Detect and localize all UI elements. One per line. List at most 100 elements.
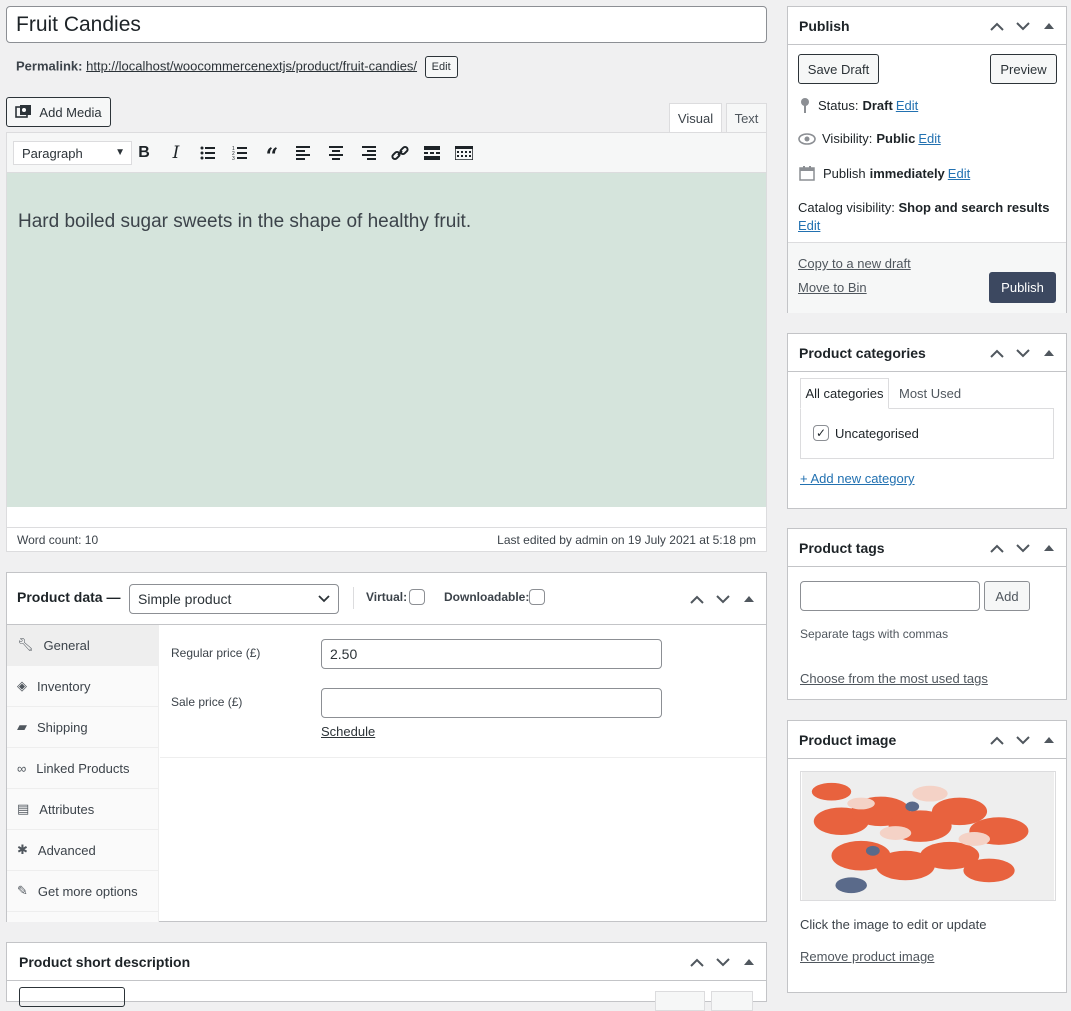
publish-date-value: immediately [869,165,945,181]
move-down-icon[interactable] [1014,344,1032,362]
move-up-icon[interactable] [988,731,1006,749]
status-edit-link[interactable]: Edit [896,98,918,113]
pd-tab-inventory[interactable]: ◈ Inventory [7,666,158,707]
product-image-box: Product image Click the image to edit or… [787,720,1067,993]
pd-tab-get-more-options[interactable]: ✎ Get more options [7,871,158,912]
move-up-icon[interactable] [688,590,706,608]
chevron-down-icon: ▼ [115,147,125,158]
bullet-list-icon[interactable] [197,142,219,164]
sale-price-input[interactable] [321,688,662,718]
move-up-icon[interactable] [688,953,706,971]
product-type-value: Simple product [138,591,232,607]
read-more-icon[interactable] [421,142,443,164]
product-data-tabs: 🔧︎ General ◈ Inventory ▰ Shipping ∞ Link… [7,625,159,922]
bold-icon[interactable]: B [133,142,155,164]
toggle-panel-icon[interactable] [740,590,758,608]
preview-button[interactable]: Preview [990,54,1057,84]
tab-visual[interactable]: Visual [669,103,722,132]
toggle-panel-icon[interactable] [1040,539,1058,557]
product-image-thumbnail[interactable] [800,771,1056,901]
link-icon[interactable] [389,142,411,164]
virtual-checkbox[interactable] [409,589,425,605]
numbered-list-icon[interactable]: 123 [229,142,251,164]
add-new-category-link[interactable]: + Add new category [800,471,915,486]
permalink-url[interactable]: http://localhost/woocommercenextjs/produ… [86,58,417,73]
toggle-panel-icon[interactable] [1040,344,1058,362]
copy-draft-link[interactable]: Copy to a new draft [798,256,911,271]
tab-text[interactable]: Text [726,103,767,132]
categories-title: Product categories [799,344,926,361]
calendar-icon [799,166,815,181]
align-center-icon[interactable] [325,142,347,164]
move-down-icon[interactable] [1014,539,1032,557]
move-down-icon[interactable] [714,590,732,608]
pd-tab-linked-products[interactable]: ∞ Linked Products [7,748,158,789]
pd-tab-label: Advanced [37,842,96,858]
publish-date-edit-link[interactable]: Edit [948,166,970,181]
move-to-bin-link[interactable]: Move to Bin [798,280,867,295]
pd-tab-advanced[interactable]: ✱ Advanced [7,830,158,871]
add-media-button[interactable] [19,987,125,1007]
move-up-icon[interactable] [988,344,1006,362]
blockquote-icon[interactable]: “ [261,142,283,170]
status-label: Status: [818,97,859,113]
short-description-box: Product short description [6,942,767,1011]
move-up-icon[interactable] [988,539,1006,557]
wrench-icon: 🔧︎ [17,637,34,652]
media-icon [15,105,32,118]
product-type-select[interactable]: Simple product [129,584,339,614]
toggle-panel-icon[interactable] [740,953,758,971]
choose-tags-link[interactable]: Choose from the most used tags [800,671,988,686]
move-down-icon[interactable] [1014,17,1032,35]
toolbar-toggle-icon[interactable] [453,142,475,164]
pd-tab-label: Attributes [39,801,95,817]
tab-text[interactable] [711,991,753,1011]
visibility-label: Visibility: [822,131,873,146]
tag-icon: ◈ [17,678,27,693]
category-list: ✓ Uncategorised [800,408,1054,459]
regular-price-input[interactable]: 2.50 [321,639,662,669]
italic-icon[interactable]: I [165,142,187,164]
remove-image-link[interactable]: Remove product image [800,949,934,964]
publish-button[interactable]: Publish [989,272,1056,303]
publish-date-row: Publish immediately Edit [799,165,970,181]
visibility-edit-link[interactable]: Edit [918,131,940,146]
virtual-label: Virtual: [366,590,408,604]
checkbox-checked-icon[interactable]: ✓ [813,425,829,441]
move-down-icon[interactable] [714,953,732,971]
save-draft-button[interactable]: Save Draft [798,54,879,84]
category-item[interactable]: ✓ Uncategorised [813,425,919,441]
permalink-edit-button[interactable]: Edit [424,56,458,78]
move-up-icon[interactable] [988,17,1006,35]
downloadable-checkbox[interactable] [529,589,545,605]
list-icon: ▤ [17,801,30,816]
move-down-icon[interactable] [1014,731,1032,749]
tab-most-used[interactable]: Most Used [899,386,961,401]
content-text-area[interactable]: Hard boiled sugar sweets in the shape of… [7,173,766,507]
tag-input[interactable] [800,581,980,611]
align-right-icon[interactable] [357,142,379,164]
catalog-visibility-edit-link[interactable]: Edit [798,218,820,233]
toggle-panel-icon[interactable] [1040,17,1058,35]
product-title-input[interactable]: Fruit Candies [6,6,767,43]
pd-tab-label: Inventory [37,678,91,694]
link-icon: ∞ [17,760,27,776]
pd-tab-attributes[interactable]: ▤ Attributes [7,789,158,830]
pd-tab-label: Linked Products [36,760,130,776]
catalog-visibility-row: Catalog visibility: Shop and search resu… [798,199,1058,235]
downloadable-label: Downloadable: [444,590,530,604]
tab-visual[interactable] [655,991,705,1011]
schedule-link[interactable]: Schedule [321,724,375,739]
pd-tab-general[interactable]: 🔧︎ General [7,625,158,666]
tags-hint: Separate tags with commas [800,627,949,641]
divider [160,757,766,758]
toggle-panel-icon[interactable] [1040,731,1058,749]
add-tag-button[interactable]: Add [984,581,1030,611]
add-media-button[interactable]: Add Media [6,97,111,127]
format-select[interactable]: Paragraph ▼ [13,141,132,165]
pd-tab-shipping[interactable]: ▰ Shipping [7,707,158,748]
align-left-icon[interactable] [293,142,315,164]
status-row: Status: Draft Edit [800,97,918,113]
tab-all-categories[interactable]: All categories [800,378,889,409]
permalink-label: Permalink: [16,58,83,74]
